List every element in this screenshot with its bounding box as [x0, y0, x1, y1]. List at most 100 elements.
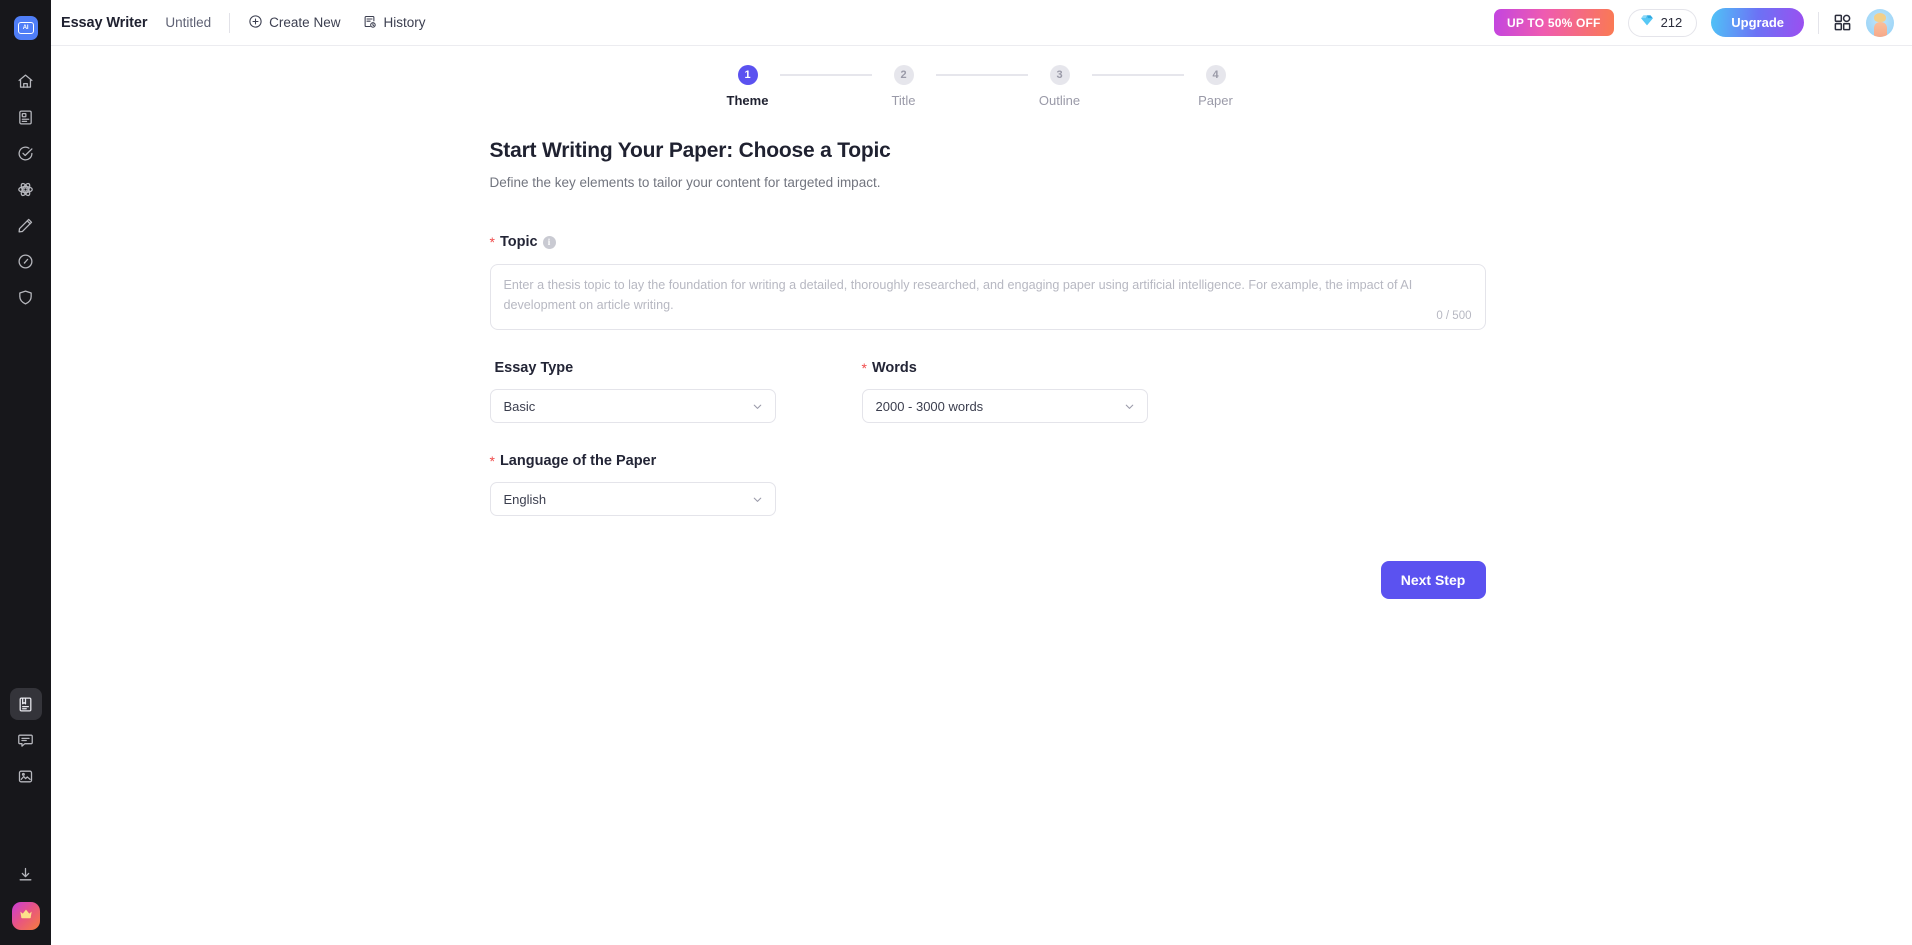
topic-placeholder: Enter a thesis topic to lay the foundati… — [503, 278, 1413, 312]
sidebar-item-protect[interactable] — [10, 281, 42, 313]
chevron-down-icon — [751, 493, 764, 506]
step-number: 1 — [737, 65, 758, 85]
apps-grid-button[interactable] — [1833, 13, 1852, 32]
sidebar-item-tasks[interactable] — [10, 137, 42, 169]
essay-type-select[interactable]: Basic — [489, 389, 776, 423]
step-connector — [1091, 74, 1184, 76]
step-number: 3 — [1049, 65, 1070, 85]
topic-input[interactable]: Enter a thesis topic to lay the foundati… — [489, 264, 1486, 330]
form-footer: Next Step — [490, 561, 1486, 599]
language-value: English — [503, 491, 547, 507]
credits-count: 212 — [1660, 15, 1683, 30]
document-icon — [17, 109, 34, 126]
gauge-icon — [17, 253, 34, 270]
main-column: Essay Writer Untitled Create New History… — [51, 0, 1912, 945]
sidebar-item-images[interactable] — [10, 760, 42, 792]
essay-type-label: Essay Type — [494, 360, 574, 376]
promo-badge[interactable]: UP TO 50% OFF — [1494, 9, 1614, 36]
upgrade-button[interactable]: Upgrade — [1711, 8, 1804, 37]
sidebar-item-chat[interactable] — [10, 724, 42, 756]
header-separator — [1818, 11, 1819, 34]
words-label: Words — [871, 360, 917, 376]
pencil-icon — [17, 217, 34, 234]
language-label-row: * Language of the Paper — [490, 453, 795, 469]
form-row-2: * Language of the Paper English — [489, 453, 1482, 516]
create-new-label: Create New — [269, 15, 341, 30]
form-panel: Start Writing Your Paper: Choose a Topic… — [482, 139, 1486, 599]
document-name[interactable]: Untitled — [165, 15, 211, 30]
step-connector — [935, 74, 1028, 76]
form-heading: Start Writing Your Paper: Choose a Topic — [489, 139, 891, 162]
required-marker: * — [489, 234, 495, 250]
language-select[interactable]: English — [489, 482, 776, 516]
history-icon — [362, 14, 377, 32]
essay-type-group: Essay Type Basic — [489, 360, 795, 423]
avatar-body — [1873, 21, 1887, 37]
step-title[interactable]: 2 Title — [872, 65, 936, 108]
step-paper[interactable]: 4 Paper — [1184, 65, 1248, 108]
sidebar-item-premium[interactable] — [11, 902, 40, 930]
image-icon — [17, 768, 34, 785]
sidebar-item-detector[interactable] — [10, 245, 42, 277]
content-area: 1 Theme 2 Title 3 Outline 4 Paper Start … — [51, 46, 1912, 945]
language-label: Language of the Paper — [499, 453, 657, 469]
avatar[interactable] — [1866, 8, 1894, 37]
sidebar-item-documents[interactable] — [10, 101, 42, 133]
app-header: Essay Writer Untitled Create New History… — [51, 0, 1912, 46]
words-label-row: * Words — [862, 360, 1167, 376]
history-button[interactable]: History — [362, 14, 425, 32]
words-select[interactable]: 2000 - 3000 words — [861, 389, 1148, 423]
essay-type-label-row: Essay Type — [490, 360, 795, 376]
atom-icon — [17, 181, 34, 198]
step-theme[interactable]: 1 Theme — [716, 65, 780, 108]
crown-icon — [18, 906, 34, 927]
topic-char-counter: 0 / 500 — [1436, 310, 1472, 322]
next-step-button[interactable]: Next Step — [1380, 561, 1486, 599]
avatar-hair — [1874, 12, 1886, 22]
wizard-stepper: 1 Theme 2 Title 3 Outline 4 Paper — [51, 46, 1912, 108]
topic-label-row: * Topic i — [490, 234, 1482, 250]
page-title: Essay Writer — [61, 14, 148, 31]
shield-icon — [17, 289, 34, 306]
words-group: * Words 2000 - 3000 words — [861, 360, 1167, 423]
history-label: History — [383, 15, 426, 30]
sidebar-item-ai-tools[interactable] — [10, 173, 42, 205]
create-new-button[interactable]: Create New — [248, 14, 340, 32]
required-marker: * — [489, 453, 495, 469]
chevron-down-icon — [751, 400, 764, 413]
step-label: Paper — [1198, 93, 1233, 108]
book-icon — [17, 696, 34, 713]
info-icon[interactable]: i — [542, 235, 556, 249]
step-label: Title — [891, 93, 916, 108]
essay-type-value: Basic — [503, 398, 536, 414]
sidebar-item-library[interactable] — [9, 688, 42, 720]
step-label: Theme — [726, 93, 769, 108]
sidebar-item-home[interactable] — [10, 65, 42, 97]
topic-label: Topic — [499, 234, 538, 250]
step-label: Outline — [1038, 93, 1081, 108]
step-connector — [779, 74, 872, 76]
chat-icon — [17, 732, 34, 749]
credits-pill[interactable]: 212 — [1627, 8, 1698, 37]
app-logo[interactable]: AI — [0, 0, 51, 55]
sidebar-primary-nav — [10, 65, 42, 317]
language-group: * Language of the Paper English — [489, 453, 795, 516]
header-divider — [229, 12, 231, 33]
required-marker: * — [861, 360, 867, 376]
step-outline[interactable]: 3 Outline — [1028, 65, 1092, 108]
home-icon — [17, 73, 34, 90]
left-sidebar: AI — [0, 0, 51, 945]
sidebar-item-write[interactable] — [10, 209, 42, 241]
sidebar-item-download[interactable] — [10, 858, 42, 890]
diamond-icon — [1640, 13, 1654, 32]
form-subheading: Define the key elements to tailor your c… — [489, 175, 881, 190]
topic-field-group: * Topic i Enter a thesis topic to lay th… — [489, 234, 1486, 330]
chevron-down-icon — [1123, 400, 1136, 413]
words-value: 2000 - 3000 words — [875, 398, 984, 414]
app-root: AI Essay Writer Untitled Create New Hist… — [0, 0, 1912, 945]
step-number: 4 — [1205, 65, 1226, 85]
check-circle-icon — [17, 145, 34, 162]
download-icon — [17, 866, 34, 883]
header-actions: UP TO 50% OFF 212 Upgrade — [1494, 8, 1894, 37]
sidebar-secondary-nav — [9, 688, 42, 796]
